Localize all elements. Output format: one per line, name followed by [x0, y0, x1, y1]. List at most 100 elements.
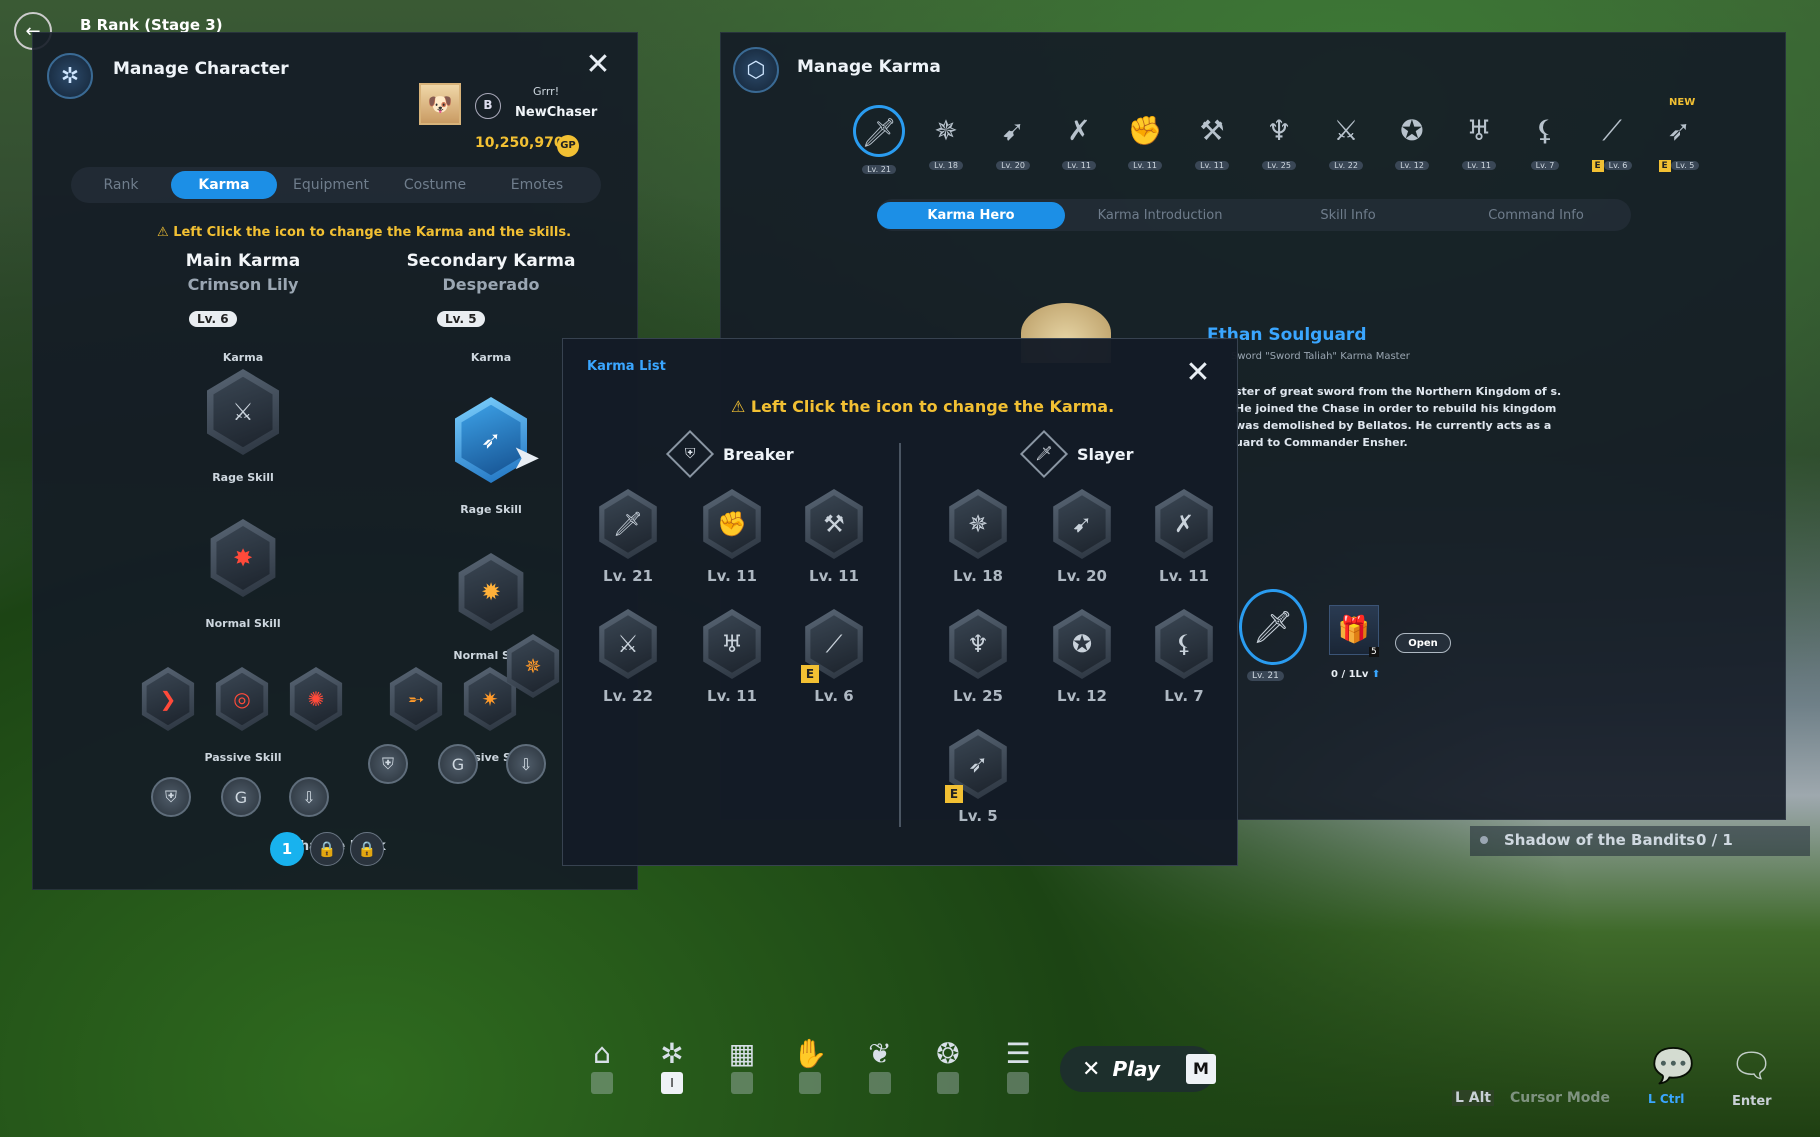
karma-list-item[interactable]: ➹ Lv. 20: [1037, 489, 1127, 585]
manage-karma-title: Manage Karma: [797, 57, 941, 77]
karma-list-level: Lv. 6: [814, 687, 854, 705]
emblem-menu[interactable]: ❂: [928, 1036, 968, 1094]
tab-emotes[interactable]: Emotes: [485, 171, 589, 199]
secondary-rage-skill[interactable]: ✹: [458, 553, 524, 631]
karma-bar-item[interactable]: ✗ Lv. 11: [1051, 109, 1107, 172]
karma-list-item[interactable]: ➶ E Lv. 5: [933, 729, 1023, 825]
karma-list-item[interactable]: ✵ Lv. 18: [933, 489, 1023, 585]
ring-icon: ◎: [220, 672, 264, 726]
emblem-key: [937, 1072, 959, 1094]
home-menu[interactable]: ⌂: [582, 1036, 622, 1094]
deck-2-button[interactable]: 🔒: [310, 832, 344, 866]
secondary-passive-2[interactable]: G: [438, 744, 478, 784]
karma-bar-item[interactable]: ♅ Lv. 11: [1451, 109, 1507, 172]
quest-tracker[interactable]: Shadow of the Bandits 0 / 1: [1470, 826, 1810, 856]
hero-karma-level: Lv. 21: [1247, 671, 1284, 681]
main-normal-skill-2[interactable]: ◎: [215, 667, 269, 731]
speech-icon[interactable]: 🗨: [1730, 1046, 1773, 1086]
hero-subtitle: Sword "Sword Taliah" Karma Master: [1231, 351, 1410, 362]
laurel-key: [869, 1072, 891, 1094]
claw-icon: ✺: [294, 672, 338, 726]
star-staff-icon: ✵: [934, 114, 958, 147]
karma-bar-level: Lv. 25: [1262, 161, 1296, 170]
karma-bar-item[interactable]: ♆ Lv. 25: [1251, 109, 1307, 172]
karma-bar-item[interactable]: ➹ Lv. 20: [985, 109, 1041, 172]
karma-list-item[interactable]: ⚔ Lv. 22: [583, 609, 673, 705]
karma-bar-item[interactable]: ➶ E Lv. 5: [1651, 109, 1707, 172]
karma-bar-item[interactable]: ⚔ Lv. 22: [1318, 109, 1374, 172]
spiral-icon: G: [234, 787, 248, 807]
main-passive-2[interactable]: G: [221, 777, 261, 817]
cursor-mode-label: Cursor Mode: [1510, 1090, 1610, 1106]
karma-bar-item[interactable]: ⚸ Lv. 7: [1517, 109, 1573, 172]
secondary-passive-1[interactable]: ⛨: [368, 744, 408, 784]
laurel-menu[interactable]: ❦: [860, 1036, 900, 1094]
open-button[interactable]: Open: [1395, 633, 1451, 653]
tab-karma-introduction[interactable]: Karma Introduction: [1065, 202, 1255, 229]
gauntlet-icon: ✊: [1127, 114, 1163, 147]
tab-skill-info[interactable]: Skill Info: [1255, 202, 1441, 229]
inventory-menu[interactable]: ▦: [722, 1036, 762, 1094]
hero-karma-ring[interactable]: 🗡: [1239, 589, 1307, 665]
main-normal-skill-1[interactable]: ❯: [141, 667, 195, 731]
tab-rank[interactable]: Rank: [71, 171, 171, 199]
karma-bar-item[interactable]: ⚒ Lv. 11: [1184, 109, 1240, 172]
karma-menu[interactable]: ✋: [790, 1036, 830, 1094]
main-passive-3[interactable]: ⇩: [289, 777, 329, 817]
chakram-icon: ✪: [1400, 114, 1424, 147]
wings-icon: ♅: [708, 615, 756, 673]
karma-bar-item[interactable]: 🗡 Lv. 21: [851, 105, 907, 176]
close-icon[interactable]: ✕: [583, 50, 613, 81]
main-rage-label: Rage Skill: [212, 471, 274, 484]
karma-list-level: Lv. 20: [1057, 567, 1107, 585]
column-divider: [899, 443, 901, 827]
karma-list-item[interactable]: ✗ Lv. 11: [1139, 489, 1229, 585]
download-icon: ⇩: [519, 754, 533, 774]
sword-icon: 🗡: [1252, 608, 1294, 646]
secondary-rage-label: Rage Skill: [460, 503, 522, 516]
main-normal-skill-3[interactable]: ✺: [289, 667, 343, 731]
chat-bubble-icon[interactable]: 💬: [1652, 1046, 1694, 1086]
list-icon: ☰: [1005, 1037, 1031, 1070]
quest-name: Shadow of the Bandits: [1504, 831, 1696, 849]
character-menu[interactable]: ✲ I: [652, 1036, 692, 1094]
deck-3-button[interactable]: 🔒: [350, 832, 384, 866]
karma-list-item[interactable]: 🗡 Lv. 21: [583, 489, 673, 585]
karma-list-title: Karma List: [587, 359, 666, 374]
main-karma-slot[interactable]: ⚔: [207, 369, 279, 455]
karma-list-level: Lv. 11: [809, 567, 859, 585]
karma-bar-item[interactable]: ⟋ E Lv. 6: [1584, 109, 1640, 172]
karma-bar-item[interactable]: ✪ Lv. 12: [1384, 109, 1440, 172]
player-avatar[interactable]: 🐶: [419, 83, 461, 125]
karma-bar-item[interactable]: ✊ Lv. 11: [1117, 109, 1173, 172]
karma-bar-level: Lv. 6: [1603, 161, 1633, 170]
tab-karma[interactable]: Karma: [171, 171, 277, 199]
karma-list-item[interactable]: ♆ Lv. 25: [933, 609, 1023, 705]
secondary-karma-name: Desperado: [442, 275, 540, 294]
tab-equipment[interactable]: Equipment: [277, 171, 385, 199]
karma-bar-level: Lv. 5: [1670, 161, 1700, 170]
karma-list-item[interactable]: ✊ Lv. 11: [687, 489, 777, 585]
secondary-passive-3[interactable]: ⇩: [506, 744, 546, 784]
main-rage-skill[interactable]: ✸: [210, 519, 276, 597]
chakram-icon: ✪: [1058, 615, 1106, 673]
tab-command-info[interactable]: Command Info: [1441, 202, 1631, 229]
main-passive-1[interactable]: ⛨: [151, 777, 191, 817]
karma-list-item[interactable]: ♅ Lv. 11: [687, 609, 777, 705]
hammer-icon: ⚒: [810, 495, 858, 553]
tab-costume[interactable]: Costume: [385, 171, 485, 199]
karma-list-item[interactable]: ⚸ Lv. 7: [1139, 609, 1229, 705]
karma-list-level: Lv. 22: [603, 687, 653, 705]
karma-list-item[interactable]: ⚒ Lv. 11: [789, 489, 879, 585]
deck-1-button[interactable]: 1: [270, 832, 304, 866]
karma-list-item[interactable]: ✪ Lv. 12: [1037, 609, 1127, 705]
karma-bar-item[interactable]: ✵ Lv. 18: [918, 109, 974, 172]
karma-list-item[interactable]: ⟋ E Lv. 6: [789, 609, 879, 705]
tab-karma-hero[interactable]: Karma Hero: [877, 201, 1065, 229]
list-menu[interactable]: ☰: [998, 1036, 1038, 1094]
close-icon[interactable]: ✕: [1183, 358, 1213, 389]
spiral-icon: G: [451, 754, 465, 774]
karma-list-warning: ⚠ Left Click the icon to change the Karm…: [731, 397, 1114, 416]
e-badge: E: [1591, 160, 1604, 172]
secondary-normal-skill-1[interactable]: ➵: [389, 667, 443, 731]
